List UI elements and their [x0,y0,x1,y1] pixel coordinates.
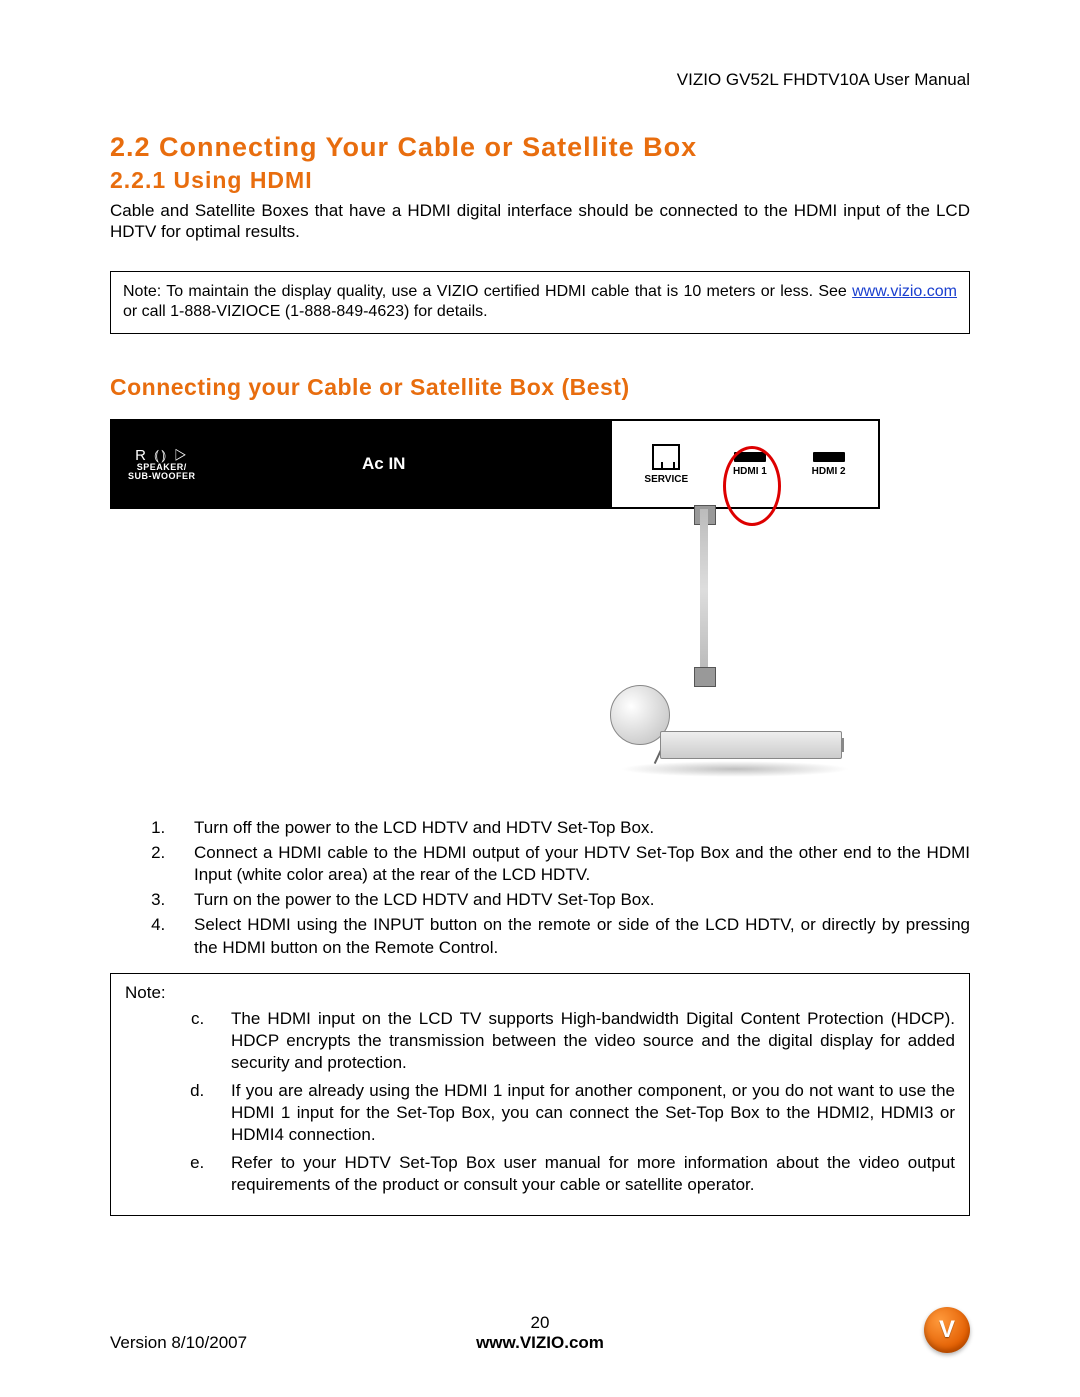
hdmi2-port: HDMI 2 [812,452,846,477]
note2-item-d: If you are already using the HDMI 1 inpu… [209,1080,955,1146]
page-footer: Version 8/10/2007 20 www.VIZIO.com V [110,1307,970,1353]
service-port: SERVICE [644,444,688,485]
tv-back-panel: R ⦅⦆ ▷ SPEAKER/ SUB-WOOFER Ac IN SERVICE… [110,419,880,509]
step-4: Select HDMI using the INPUT button on th… [170,914,970,958]
step-3: Turn on the power to the LCD HDTV and HD… [170,889,970,911]
note-box-details: Note: The HDMI input on the LCD TV suppo… [110,973,970,1216]
note1-post: or call 1-888-VIZIOCE (1-888-849-4623) f… [123,303,488,320]
hdmi1-port: HDMI 1 [733,452,767,477]
step-1: Turn off the power to the LCD HDTV and H… [170,817,970,839]
panel-black-section: R ⦅⦆ ▷ SPEAKER/ SUB-WOOFER Ac IN [112,421,612,507]
vizio-link[interactable]: www.vizio.com [852,283,957,300]
stb-box-icon [660,731,842,759]
speaker-label-2: SUB-WOOFER [128,472,196,481]
heading-2-2: 2.2 Connecting Your Cable or Satellite B… [110,132,970,163]
footer-url: www.VIZIO.com [110,1333,970,1353]
connection-diagram: R ⦅⦆ ▷ SPEAKER/ SUB-WOOFER Ac IN SERVICE… [110,419,880,789]
hdmi-slot-icon [813,452,845,462]
hdmi-cable-icon [700,509,708,669]
steps-list: Turn off the power to the LCD HDTV and H… [110,817,970,959]
hdmi-plug-icon [694,667,716,687]
note2-title: Note: [125,982,955,1004]
service-label: SERVICE [644,474,688,485]
heading-connecting-best: Connecting your Cable or Satellite Box (… [110,374,970,401]
intro-paragraph: Cable and Satellite Boxes that have a HD… [110,200,970,243]
note-box-hdmi-cable: Note: To maintain the display quality, u… [110,271,970,335]
doc-title: VIZIO GV52L FHDTV10A User Manual [110,70,970,90]
shadow-icon [620,761,850,777]
step-2: Connect a HDMI cable to the HDMI output … [170,842,970,886]
heading-2-2-1: 2.2.1 Using HDMI [110,167,970,194]
panel-white-section: SERVICE HDMI 1 HDMI 2 [612,421,878,507]
note2-item-c: The HDMI input on the LCD TV supports Hi… [209,1008,955,1074]
speaker-icon: R ⦅⦆ ▷ [128,448,196,463]
ac-in-label: Ac IN [362,454,405,474]
page-number: 20 [110,1313,970,1333]
note2-item-e: Refer to your HDTV Set-Top Box user manu… [209,1152,955,1196]
cable-illustration [110,509,880,789]
note1-pre: Note: To maintain the display quality, u… [123,283,852,300]
hdmi2-label: HDMI 2 [812,466,846,477]
speaker-port: R ⦅⦆ ▷ SPEAKER/ SUB-WOOFER [128,448,196,481]
rj45-icon [652,444,680,470]
